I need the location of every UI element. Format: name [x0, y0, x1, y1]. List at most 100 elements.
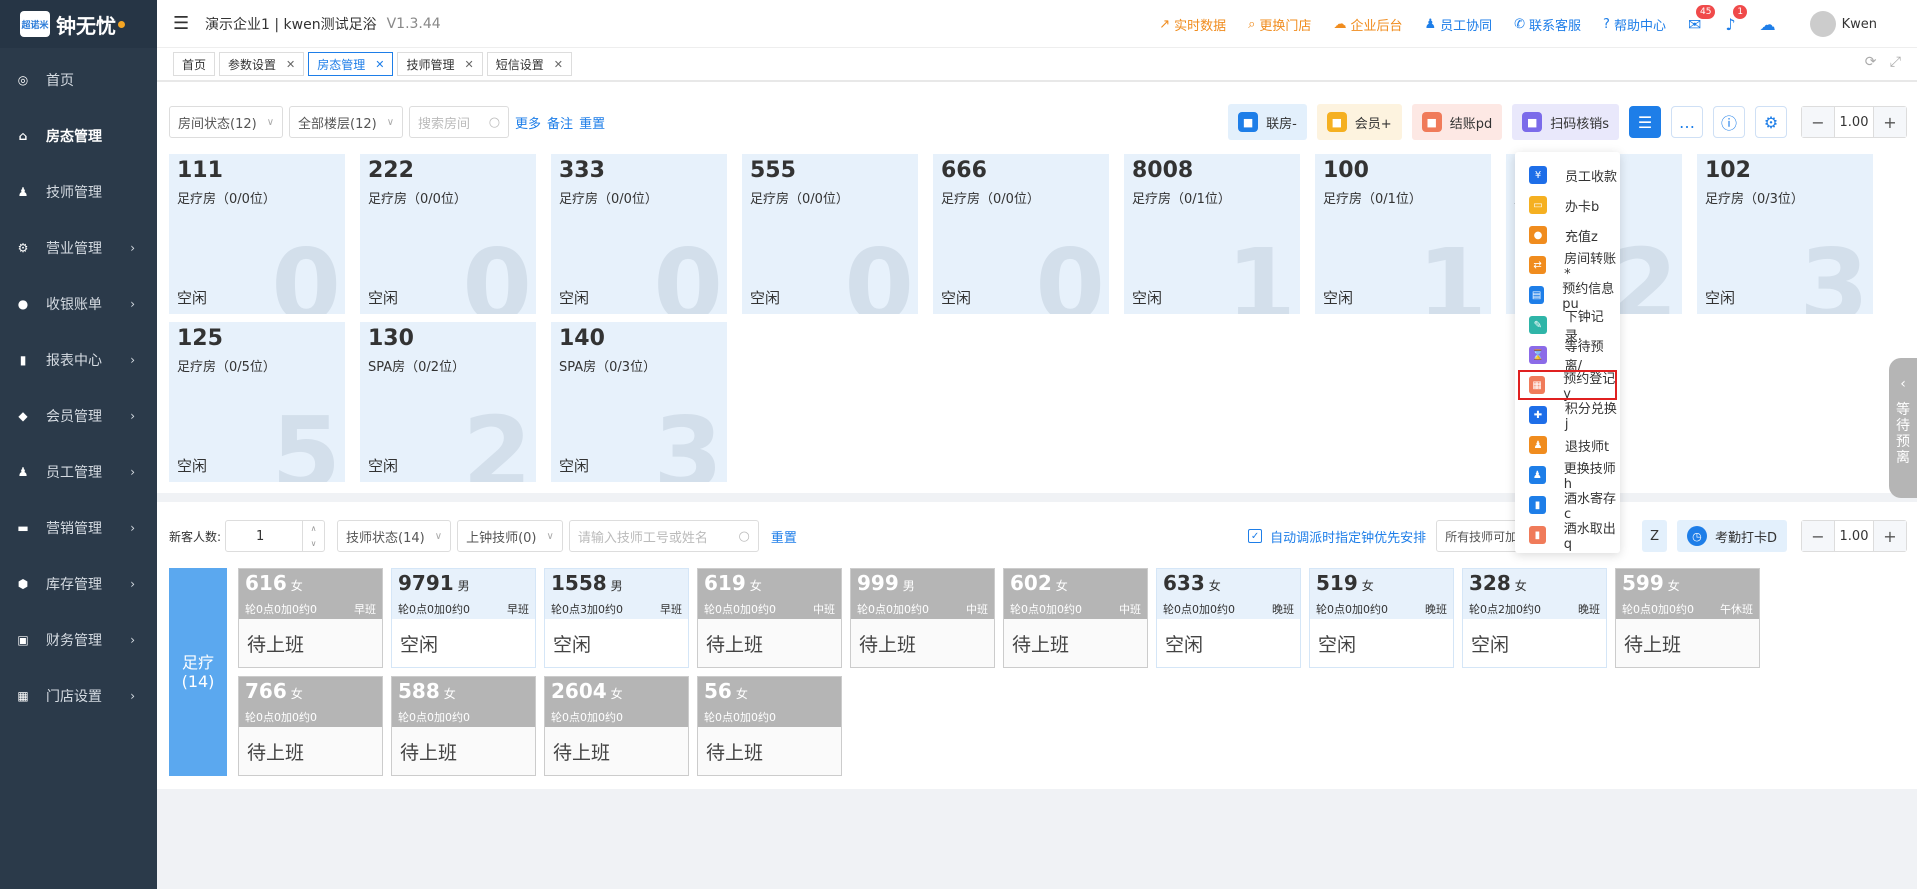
- toolbar-button-3[interactable]: ■ 扫码核销s: [1512, 104, 1619, 140]
- dropdown-item-10[interactable]: ♟ 更换技师h: [1515, 460, 1620, 492]
- zoom-minus-button[interactable]: −: [1802, 521, 1834, 551]
- sidebar-item-0[interactable]: ◎ 首页: [0, 52, 157, 108]
- tech-card[interactable]: 519 女轮0点0加0约0 晚班 空闲: [1309, 568, 1454, 668]
- partial-button[interactable]: Z: [1642, 520, 1667, 552]
- header-link-2[interactable]: ☁ 企业后台: [1333, 15, 1402, 34]
- tech-card[interactable]: 616 女轮0点0加0约0 早班 待上班: [238, 568, 383, 668]
- room-card[interactable]: 333 足疗房（0/0位） 0 空闲: [551, 154, 727, 314]
- header-link-0[interactable]: ↗ 实时数据: [1159, 15, 1226, 34]
- dropdown-item-7[interactable]: ▦ 预约登记y: [1518, 370, 1617, 402]
- category-foot-therapy[interactable]: 足疗 (14): [169, 568, 227, 776]
- close-icon[interactable]: ✕: [286, 58, 295, 71]
- room-card[interactable]: 111 足疗房（0/0位） 0 空闲: [169, 154, 345, 314]
- room-search-input[interactable]: 搜索房间 ○: [409, 106, 510, 138]
- tech-card[interactable]: 1558 男轮0点3加0约0 早班 空闲: [544, 568, 689, 668]
- close-icon[interactable]: ✕: [465, 58, 474, 71]
- tab-1[interactable]: 参数设置 ✕: [219, 52, 305, 76]
- tech-card[interactable]: 328 女轮0点2加0约0 晚班 空闲: [1462, 568, 1607, 668]
- hamburger-icon[interactable]: ☰: [173, 13, 193, 34]
- waiting-departure-tab[interactable]: ‹ 等待预离: [1889, 358, 1917, 498]
- floor-select[interactable]: 全部楼层(12) ∨: [289, 106, 404, 138]
- room-zoom-stepper[interactable]: −1.00 +: [1801, 106, 1907, 138]
- sidebar-item-3[interactable]: ⚙ 营业管理 ›: [0, 220, 157, 276]
- dropdown-item-3[interactable]: ⇄ 房间转账*: [1515, 250, 1620, 282]
- sidebar-item-7[interactable]: ♟ 员工管理 ›: [0, 444, 157, 500]
- stepper-arrows[interactable]: ∧ ∨: [302, 521, 324, 551]
- header-link-4[interactable]: ✆ 联系客服: [1514, 15, 1581, 34]
- tech-card[interactable]: 633 女轮0点0加0约0 晚班 空闲: [1156, 568, 1301, 668]
- tech-card[interactable]: 588 女轮0点0加0约0 待上班: [391, 676, 536, 776]
- header-link-1[interactable]: ⌕ 更换门店: [1248, 15, 1311, 34]
- toolbar-button-0[interactable]: ■ 联房-: [1228, 104, 1307, 140]
- dropdown-item-1[interactable]: ▭ 办卡b: [1515, 190, 1620, 220]
- room-card[interactable]: 666 足疗房（0/0位） 0 空闲: [933, 154, 1109, 314]
- sidebar-item-2[interactable]: ♟ 技师管理: [0, 164, 157, 220]
- toolbar-button-1[interactable]: ■ 会员+: [1316, 104, 1402, 140]
- dropdown-item-2[interactable]: ● 充值z: [1515, 220, 1620, 250]
- tech-card[interactable]: 602 女轮0点0加0约0 中班 待上班: [1003, 568, 1148, 668]
- note-link[interactable]: 备注: [547, 113, 573, 132]
- chevron-down-icon[interactable]: ∨: [311, 539, 317, 548]
- new-guests-input[interactable]: 1 ∧ ∨: [225, 520, 326, 552]
- checkbox-checked-icon[interactable]: ✓: [1248, 529, 1263, 543]
- tech-card[interactable]: 9791 男轮0点0加0约0 早班 空闲: [391, 568, 536, 668]
- more-link[interactable]: 更多: [515, 113, 541, 132]
- zoom-plus-button[interactable]: +: [1874, 107, 1906, 137]
- shift-tech-select[interactable]: 上钟技师(0) ∨: [457, 520, 563, 552]
- tab-0[interactable]: 首页: [173, 52, 216, 76]
- tech-card[interactable]: 999 男轮0点0加0约0 中班 待上班: [850, 568, 995, 668]
- room-card[interactable]: 125 足疗房（0/5位） 5 空闲: [169, 322, 345, 482]
- tech-card[interactable]: 2604 女轮0点0加0约0 待上班: [544, 676, 689, 776]
- close-icon[interactable]: ✕: [375, 58, 384, 71]
- chevron-up-icon[interactable]: ∧: [311, 524, 317, 533]
- zoom-minus-button[interactable]: −: [1802, 107, 1834, 137]
- sidebar-item-11[interactable]: ▦ 门店设置 ›: [0, 668, 157, 724]
- sidebar-item-10[interactable]: ▣ 财务管理 ›: [0, 612, 157, 668]
- header-link-3[interactable]: ♟ 员工协同: [1424, 15, 1492, 34]
- dropdown-item-0[interactable]: ¥ 员工收款: [1515, 160, 1620, 190]
- dropdown-item-6[interactable]: ⌛ 等待预离/: [1515, 340, 1620, 374]
- header-link-5[interactable]: ? 帮助中心: [1603, 15, 1666, 34]
- room-card[interactable]: 130 SPA房（0/2位） 2 空闲: [360, 322, 536, 482]
- attendance-button[interactable]: ◷ 考勤打卡D: [1676, 520, 1787, 552]
- close-icon[interactable]: ✕: [554, 58, 563, 71]
- tab-2[interactable]: 房态管理 ✕: [308, 52, 394, 76]
- room-card[interactable]: 555 足疗房（0/0位） 0 空闲: [742, 154, 918, 314]
- auto-dispatch-label[interactable]: 自动调派时指定钟优先安排: [1270, 527, 1426, 546]
- tech-zoom-stepper[interactable]: −1.00 +: [1801, 520, 1907, 552]
- tech-card[interactable]: 56 女轮0点0加0约0 待上班: [697, 676, 842, 776]
- tech-card[interactable]: 766 女轮0点0加0约0 待上班: [238, 676, 383, 776]
- dropdown-item-11[interactable]: ▮ 酒水寄存c: [1515, 490, 1620, 522]
- toolbar-button-2[interactable]: ■ 结账pd: [1411, 104, 1503, 140]
- list-icon[interactable]: ☰: [1629, 106, 1661, 138]
- room-card[interactable]: 8008 足疗房（0/1位） 1 空闲: [1124, 154, 1300, 314]
- settings-icon[interactable]: ⚙: [1755, 106, 1787, 138]
- sidebar-item-8[interactable]: ▬ 营销管理 ›: [0, 500, 157, 556]
- reset-link[interactable]: 重置: [579, 113, 605, 132]
- tab-4[interactable]: 短信设置 ✕: [486, 52, 572, 76]
- mail-icon[interactable]: ✉ 45: [1688, 4, 1716, 34]
- user-menu[interactable]: Kwen: [1809, 11, 1877, 37]
- room-card[interactable]: 102 足疗房（0/3位） 3 空闲: [1697, 154, 1873, 314]
- tab-3[interactable]: 技师管理 ✕: [397, 52, 483, 76]
- logo[interactable]: 超诺米 钟无忧: [0, 0, 157, 48]
- sidebar-item-6[interactable]: ◆ 会员管理 ›: [0, 388, 157, 444]
- sidebar-item-9[interactable]: ⬢ 库存管理 ›: [0, 556, 157, 612]
- dropdown-item-8[interactable]: ✚ 积分兑换j: [1515, 400, 1620, 432]
- tech-search-input[interactable]: 请输入技师工号或姓名 ○: [568, 520, 759, 552]
- room-card[interactable]: 140 SPA房（0/3位） 3 空闲: [551, 322, 727, 482]
- sidebar-item-1[interactable]: ⌂ 房态管理: [0, 108, 157, 164]
- sidebar-item-4[interactable]: ● 收银账单 ›: [0, 276, 157, 332]
- room-card[interactable]: 100 足疗房（0/1位） 1 空闲: [1315, 154, 1491, 314]
- refresh-icon[interactable]: ⟳: [1865, 54, 1877, 70]
- chat-icon[interactable]: …: [1671, 106, 1703, 138]
- tech-card[interactable]: 599 女轮0点0加0约0 午休班 待上班: [1615, 568, 1760, 668]
- dropdown-item-12[interactable]: ▮ 酒水取出q: [1515, 520, 1620, 552]
- tech-reset-link[interactable]: 重置: [771, 527, 797, 546]
- fullscreen-icon[interactable]: ⤢: [1890, 54, 1901, 70]
- dropdown-item-9[interactable]: ♟ 退技师t: [1515, 430, 1620, 460]
- sidebar-item-5[interactable]: ▮ 报表中心 ›: [0, 332, 157, 388]
- room-status-select[interactable]: 房间状态(12) ∨: [169, 106, 284, 138]
- room-card[interactable]: 222 足疗房（0/0位） 0 空闲: [360, 154, 536, 314]
- bell-icon[interactable]: ♪ 1: [1725, 4, 1748, 34]
